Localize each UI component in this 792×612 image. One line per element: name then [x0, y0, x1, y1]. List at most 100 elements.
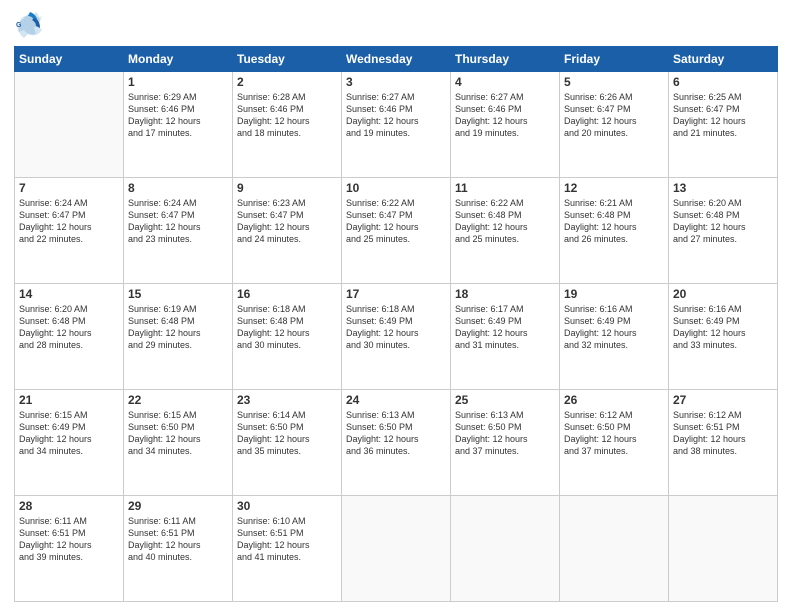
day-info: Sunrise: 6:25 AMSunset: 6:47 PMDaylight:… — [673, 91, 773, 140]
weekday-sunday: Sunday — [15, 47, 124, 72]
day-info: Sunrise: 6:22 AMSunset: 6:47 PMDaylight:… — [346, 197, 446, 246]
calendar-cell: 3 Sunrise: 6:27 AMSunset: 6:46 PMDaylight… — [342, 72, 451, 178]
day-info: Sunrise: 6:20 AMSunset: 6:48 PMDaylight:… — [19, 303, 119, 352]
day-number: 6 — [673, 75, 773, 89]
day-info: Sunrise: 6:29 AMSunset: 6:46 PMDaylight:… — [128, 91, 228, 140]
calendar-cell: 26 Sunrise: 6:12 AMSunset: 6:50 PMDayligh… — [560, 390, 669, 496]
day-number: 4 — [455, 75, 555, 89]
day-info: Sunrise: 6:14 AMSunset: 6:50 PMDaylight:… — [237, 409, 337, 458]
weekday-wednesday: Wednesday — [342, 47, 451, 72]
calendar-cell: 19 Sunrise: 6:16 AMSunset: 6:49 PMDayligh… — [560, 284, 669, 390]
day-info: Sunrise: 6:15 AMSunset: 6:49 PMDaylight:… — [19, 409, 119, 458]
day-number: 25 — [455, 393, 555, 407]
calendar-cell — [342, 496, 451, 602]
day-info: Sunrise: 6:27 AMSunset: 6:46 PMDaylight:… — [346, 91, 446, 140]
day-number: 28 — [19, 499, 119, 513]
calendar-cell — [669, 496, 778, 602]
weekday-friday: Friday — [560, 47, 669, 72]
calendar-cell: 15 Sunrise: 6:19 AMSunset: 6:48 PMDayligh… — [124, 284, 233, 390]
day-info: Sunrise: 6:15 AMSunset: 6:50 PMDaylight:… — [128, 409, 228, 458]
day-info: Sunrise: 6:17 AMSunset: 6:49 PMDaylight:… — [455, 303, 555, 352]
week-row-4: 28 Sunrise: 6:11 AMSunset: 6:51 PMDayligh… — [15, 496, 778, 602]
week-row-2: 14Sunrise: 6:20 AMSunset: 6:48 PMDayligh… — [15, 284, 778, 390]
day-info: Sunrise: 6:11 AMSunset: 6:51 PMDaylight:… — [128, 515, 228, 564]
day-info: Sunrise: 6:18 AMSunset: 6:48 PMDaylight:… — [237, 303, 337, 352]
day-number: 10 — [346, 181, 446, 195]
calendar-cell: 10 Sunrise: 6:22 AMSunset: 6:47 PMDayligh… — [342, 178, 451, 284]
day-info: Sunrise: 6:19 AMSunset: 6:48 PMDaylight:… — [128, 303, 228, 352]
day-number: 15 — [128, 287, 228, 301]
day-number: 22 — [128, 393, 228, 407]
week-row-0: 1Sunrise: 6:29 AMSunset: 6:46 PMDaylight… — [15, 72, 778, 178]
calendar-cell: 13 Sunrise: 6:20 AMSunset: 6:48 PMDayligh… — [669, 178, 778, 284]
day-info: Sunrise: 6:18 AMSunset: 6:49 PMDaylight:… — [346, 303, 446, 352]
header: G — [14, 10, 778, 38]
day-number: 16 — [237, 287, 337, 301]
day-info: Sunrise: 6:27 AMSunset: 6:46 PMDaylight:… — [455, 91, 555, 140]
day-number: 12 — [564, 181, 664, 195]
calendar-cell: 29 Sunrise: 6:11 AMSunset: 6:51 PMDayligh… — [124, 496, 233, 602]
calendar-table: SundayMondayTuesdayWednesdayThursdayFrid… — [14, 46, 778, 602]
day-info: Sunrise: 6:12 AMSunset: 6:51 PMDaylight:… — [673, 409, 773, 458]
week-row-1: 7Sunrise: 6:24 AMSunset: 6:47 PMDaylight… — [15, 178, 778, 284]
day-number: 24 — [346, 393, 446, 407]
calendar-cell — [560, 496, 669, 602]
calendar-cell: 24 Sunrise: 6:13 AMSunset: 6:50 PMDayligh… — [342, 390, 451, 496]
calendar-cell: 1Sunrise: 6:29 AMSunset: 6:46 PMDaylight… — [124, 72, 233, 178]
day-info: Sunrise: 6:21 AMSunset: 6:48 PMDaylight:… — [564, 197, 664, 246]
calendar-cell: 18 Sunrise: 6:17 AMSunset: 6:49 PMDayligh… — [451, 284, 560, 390]
day-info: Sunrise: 6:28 AMSunset: 6:46 PMDaylight:… — [237, 91, 337, 140]
day-info: Sunrise: 6:22 AMSunset: 6:48 PMDaylight:… — [455, 197, 555, 246]
day-number: 19 — [564, 287, 664, 301]
day-info: Sunrise: 6:13 AMSunset: 6:50 PMDaylight:… — [346, 409, 446, 458]
day-number: 11 — [455, 181, 555, 195]
day-info: Sunrise: 6:24 AMSunset: 6:47 PMDaylight:… — [128, 197, 228, 246]
logo-icon: G — [14, 10, 42, 38]
calendar-cell: 17 Sunrise: 6:18 AMSunset: 6:49 PMDayligh… — [342, 284, 451, 390]
calendar-cell: 25 Sunrise: 6:13 AMSunset: 6:50 PMDayligh… — [451, 390, 560, 496]
calendar-cell: 2 Sunrise: 6:28 AMSunset: 6:46 PMDaylight… — [233, 72, 342, 178]
calendar-cell: 12 Sunrise: 6:21 AMSunset: 6:48 PMDayligh… — [560, 178, 669, 284]
day-info: Sunrise: 6:12 AMSunset: 6:50 PMDaylight:… — [564, 409, 664, 458]
day-info: Sunrise: 6:13 AMSunset: 6:50 PMDaylight:… — [455, 409, 555, 458]
weekday-tuesday: Tuesday — [233, 47, 342, 72]
calendar-cell: 21 Sunrise: 6:15 AMSunset: 6:49 PMDayligh… — [15, 390, 124, 496]
day-number: 27 — [673, 393, 773, 407]
day-info: Sunrise: 6:10 AMSunset: 6:51 PMDaylight:… — [237, 515, 337, 564]
day-info: Sunrise: 6:16 AMSunset: 6:49 PMDaylight:… — [673, 303, 773, 352]
day-number: 18 — [455, 287, 555, 301]
day-number: 8 — [128, 181, 228, 195]
day-number: 13 — [673, 181, 773, 195]
calendar-cell: 16 Sunrise: 6:18 AMSunset: 6:48 PMDayligh… — [233, 284, 342, 390]
day-info: Sunrise: 6:20 AMSunset: 6:48 PMDaylight:… — [673, 197, 773, 246]
day-number: 5 — [564, 75, 664, 89]
calendar-cell: 30Sunrise: 6:10 AMSunset: 6:51 PMDayligh… — [233, 496, 342, 602]
calendar-cell: 8 Sunrise: 6:24 AMSunset: 6:47 PMDaylight… — [124, 178, 233, 284]
calendar-cell: 7Sunrise: 6:24 AMSunset: 6:47 PMDaylight… — [15, 178, 124, 284]
calendar-cell: 11 Sunrise: 6:22 AMSunset: 6:48 PMDayligh… — [451, 178, 560, 284]
day-number: 17 — [346, 287, 446, 301]
day-number: 20 — [673, 287, 773, 301]
calendar-cell: 22 Sunrise: 6:15 AMSunset: 6:50 PMDayligh… — [124, 390, 233, 496]
day-info: Sunrise: 6:16 AMSunset: 6:49 PMDaylight:… — [564, 303, 664, 352]
day-number: 3 — [346, 75, 446, 89]
week-row-3: 21 Sunrise: 6:15 AMSunset: 6:49 PMDayligh… — [15, 390, 778, 496]
calendar-cell: 9 Sunrise: 6:23 AMSunset: 6:47 PMDaylight… — [233, 178, 342, 284]
day-number: 29 — [128, 499, 228, 513]
day-info: Sunrise: 6:23 AMSunset: 6:47 PMDaylight:… — [237, 197, 337, 246]
calendar-cell: 4 Sunrise: 6:27 AMSunset: 6:46 PMDaylight… — [451, 72, 560, 178]
day-info: Sunrise: 6:24 AMSunset: 6:47 PMDaylight:… — [19, 197, 119, 246]
calendar-cell — [451, 496, 560, 602]
day-number: 26 — [564, 393, 664, 407]
calendar-cell: 27 Sunrise: 6:12 AMSunset: 6:51 PMDayligh… — [669, 390, 778, 496]
day-info: Sunrise: 6:11 AMSunset: 6:51 PMDaylight:… — [19, 515, 119, 564]
day-number: 9 — [237, 181, 337, 195]
page: G SundayMondayTuesdayWednesdayThursdayFr… — [0, 0, 792, 612]
weekday-saturday: Saturday — [669, 47, 778, 72]
calendar-cell — [15, 72, 124, 178]
day-number: 21 — [19, 393, 119, 407]
day-number: 23 — [237, 393, 337, 407]
calendar-cell: 28 Sunrise: 6:11 AMSunset: 6:51 PMDayligh… — [15, 496, 124, 602]
weekday-monday: Monday — [124, 47, 233, 72]
day-number: 2 — [237, 75, 337, 89]
